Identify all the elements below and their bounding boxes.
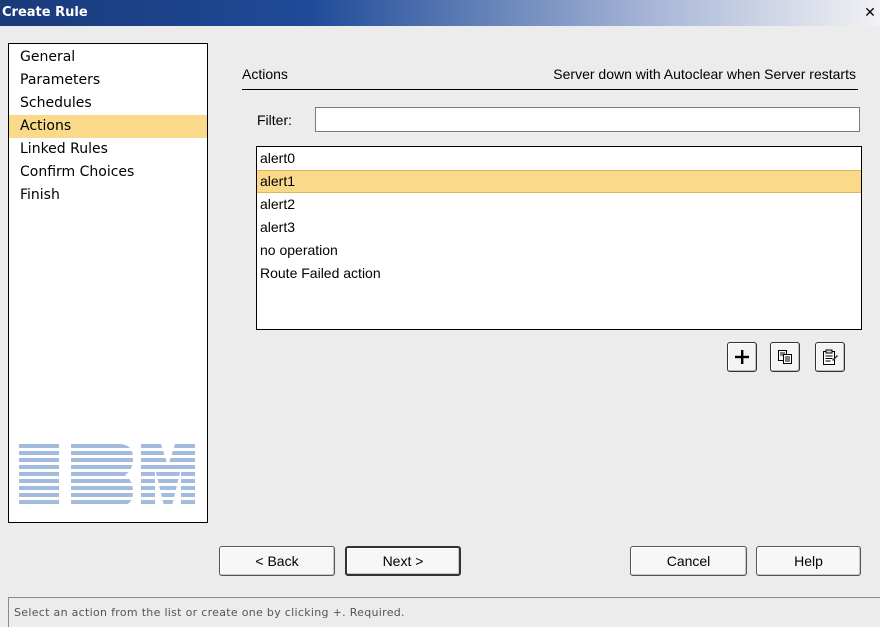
properties-action-button[interactable] [815,342,845,372]
wizard-step-list: General Parameters Schedules Actions Lin… [9,44,207,207]
ibm-logo [19,444,195,506]
nav-item-parameters[interactable]: Parameters [9,69,207,92]
nav-item-general[interactable]: General [9,46,207,69]
list-item[interactable]: alert2 [257,193,861,216]
list-item[interactable]: alert3 [257,216,861,239]
back-button[interactable]: < Back [219,546,335,576]
action-list[interactable]: alert0 alert1 alert2 alert3 no operation… [256,146,862,330]
next-button[interactable]: Next > [345,546,461,576]
status-bar: Select an action from the list or create… [8,597,880,627]
cancel-button[interactable]: Cancel [630,546,747,576]
nav-item-schedules[interactable]: Schedules [9,92,207,115]
dialog-body: General Parameters Schedules Actions Lin… [0,26,880,593]
section-title: Actions [242,66,288,82]
plus-icon [735,350,749,364]
nav-item-linked-rules[interactable]: Linked Rules [9,138,207,161]
close-icon[interactable]: ✕ [862,5,878,21]
rule-name-label: Server down with Autoclear when Server r… [553,66,856,82]
window-title: Create Rule [2,5,88,20]
list-item[interactable]: no operation [257,239,861,262]
section-header: Actions Server down with Autoclear when … [242,64,858,90]
list-item[interactable]: Route Failed action [257,262,861,285]
copy-icon [778,350,792,364]
copy-action-button[interactable] [770,342,800,372]
add-action-button[interactable] [727,342,757,372]
help-button[interactable]: Help [756,546,861,576]
filter-label: Filter: [257,112,292,128]
title-bar: Create Rule ✕ [0,0,880,26]
wizard-nav-panel: General Parameters Schedules Actions Lin… [8,43,208,523]
list-item[interactable]: alert0 [257,147,861,170]
status-message: Select an action from the list or create… [14,606,405,619]
filter-input[interactable] [315,107,860,132]
properties-icon [823,349,838,365]
nav-item-actions[interactable]: Actions [9,115,207,138]
nav-item-finish[interactable]: Finish [9,184,207,207]
nav-item-confirm-choices[interactable]: Confirm Choices [9,161,207,184]
list-item-selected[interactable]: alert1 [257,170,861,193]
